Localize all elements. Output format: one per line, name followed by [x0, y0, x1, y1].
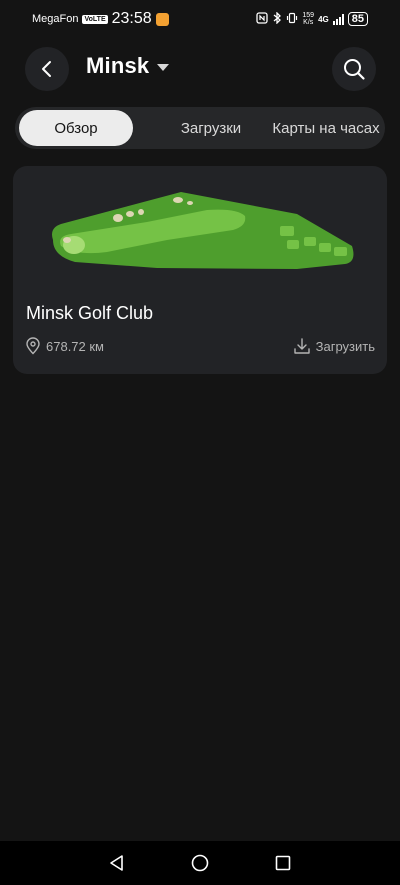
page-title: Minsk — [86, 53, 150, 78]
search-icon — [344, 59, 365, 80]
network-speed: 159 K/s — [302, 12, 314, 26]
download-icon — [293, 338, 310, 354]
course-map-image — [52, 192, 354, 269]
volte-badge: VoLTE — [82, 14, 108, 24]
vibrate-icon — [286, 12, 298, 27]
download-label: Загрузить — [315, 338, 375, 354]
course-name: Minsk Golf Club — [26, 303, 154, 323]
caret-down-icon — [157, 64, 170, 71]
app-notification-icon — [155, 12, 169, 26]
nav-home-button[interactable] — [188, 851, 212, 875]
system-nav-bar — [0, 841, 400, 885]
circle-home-icon — [191, 854, 209, 872]
network-type: 4G — [318, 14, 329, 24]
course-distance: 678.72 км — [25, 337, 104, 355]
download-button[interactable]: Загрузить — [293, 337, 375, 355]
header: Minsk — [0, 47, 400, 91]
status-left: MegaFon VoLTE 23:58 — [32, 10, 169, 28]
triangle-back-icon — [110, 855, 123, 871]
nav-back-button[interactable] — [105, 851, 129, 875]
nav-recents-button[interactable] — [271, 851, 295, 875]
tab-watch-maps[interactable]: Карты на часах — [259, 107, 385, 149]
status-bar: MegaFon VoLTE 23:58 159 K/s 4G 85 — [0, 0, 400, 38]
search-button[interactable] — [332, 47, 376, 91]
tab-overview[interactable]: Обзор — [19, 110, 133, 146]
battery-indicator: 85 — [347, 12, 368, 26]
location-pin-icon — [26, 337, 40, 355]
chevron-left-icon — [42, 61, 51, 77]
carrier-name: MegaFon — [32, 13, 79, 25]
back-button[interactable] — [25, 47, 69, 91]
city-selector[interactable]: Minsk — [86, 53, 170, 79]
clock: 23:58 — [111, 10, 152, 27]
speed-unit: K/s — [303, 19, 314, 26]
course-card[interactable]: Minsk Golf Club 678.72 км Загрузить — [13, 166, 387, 374]
nfc-icon — [256, 11, 269, 27]
tab-bar: Обзор Загрузки Карты на часах — [15, 107, 385, 149]
distance-value: 678.72 км — [46, 338, 104, 354]
signal-strength-icon — [332, 13, 344, 25]
screen: MegaFon VoLTE 23:58 159 K/s 4G 85 Minsk … — [0, 0, 400, 885]
bluetooth-icon — [272, 10, 282, 27]
tab-downloads[interactable]: Загрузки — [145, 107, 277, 149]
speed-value: 159 — [302, 12, 315, 19]
status-right: 159 K/s 4G 85 — [256, 10, 368, 27]
square-recents-icon — [275, 855, 291, 871]
